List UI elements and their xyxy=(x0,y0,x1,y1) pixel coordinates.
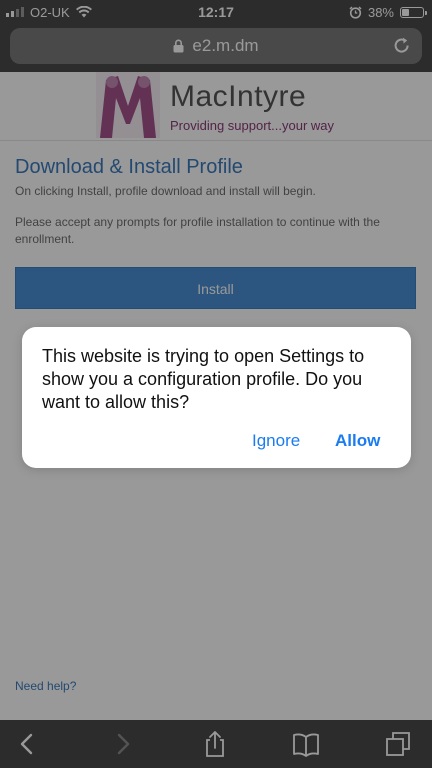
allow-button[interactable]: Allow xyxy=(335,431,380,451)
alert-message: This website is trying to open Settings … xyxy=(42,346,365,412)
ignore-button[interactable]: Ignore xyxy=(252,431,300,451)
alert-dialog: This website is trying to open Settings … xyxy=(22,327,411,468)
